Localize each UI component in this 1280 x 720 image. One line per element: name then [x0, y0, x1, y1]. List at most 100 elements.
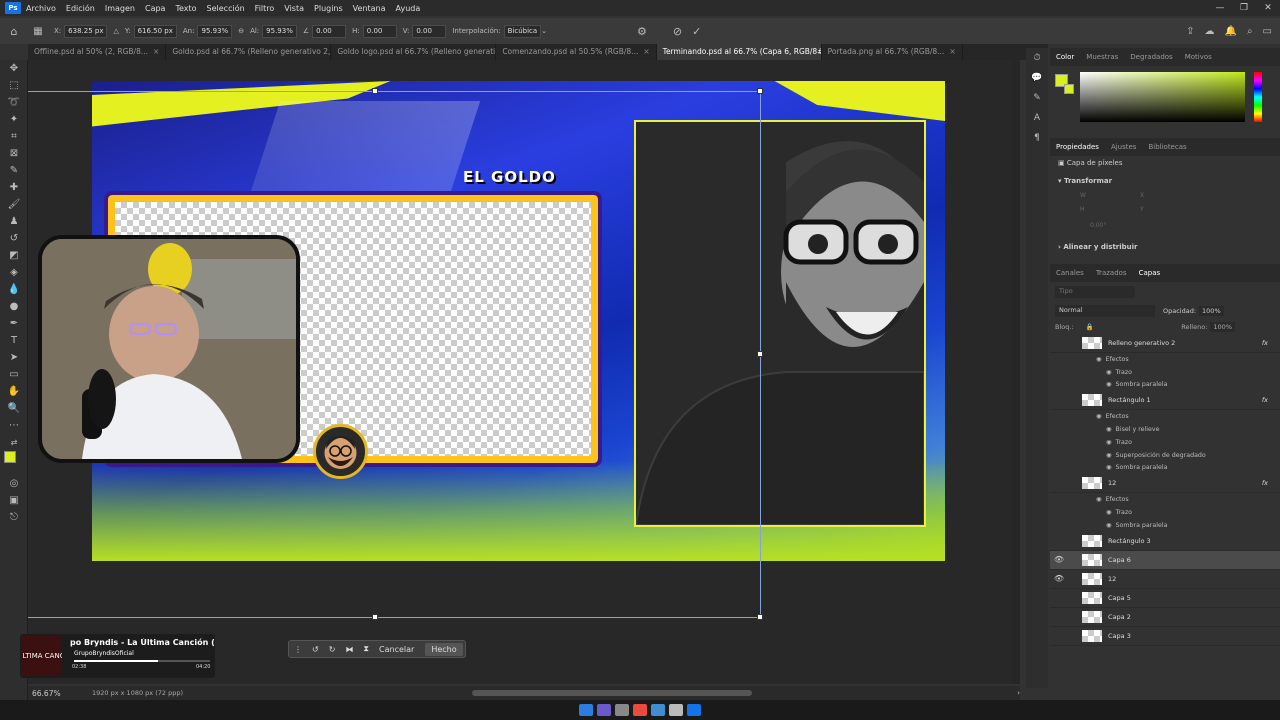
hand-icon[interactable]: ✋: [0, 383, 28, 400]
layer-row[interactable]: Capa 2: [1050, 608, 1280, 627]
document-tab-2[interactable]: Goldo logo.psd al 66.7% (Relleno generat…: [331, 44, 497, 60]
quick-mask-icon[interactable]: ◎: [0, 475, 28, 492]
path-select-icon[interactable]: ➤: [0, 349, 28, 366]
brush-settings-icon[interactable]: ✎: [1026, 88, 1048, 108]
frame-icon[interactable]: ⊠: [0, 145, 28, 162]
panel-tab-propiedades[interactable]: Propiedades: [1050, 143, 1105, 151]
magic-wand-icon[interactable]: ✦: [0, 111, 28, 128]
handle-bottom-right[interactable]: [757, 614, 763, 620]
zoom-level[interactable]: 66.67%: [32, 689, 92, 698]
menu-item-1[interactable]: Edición: [66, 4, 95, 13]
fx-badge[interactable]: fx: [1262, 339, 1268, 347]
x-field[interactable]: 638.25 px: [64, 24, 108, 38]
effect-eye-icon[interactable]: ◉: [1106, 381, 1112, 388]
effect-row[interactable]: ◉ Trazo: [1050, 436, 1280, 449]
app-icon-1[interactable]: [597, 704, 611, 716]
effect-row[interactable]: ◉ Trazo: [1050, 506, 1280, 519]
hskew-field[interactable]: 0.00: [362, 24, 397, 38]
rectangle-icon[interactable]: ▭: [0, 366, 28, 383]
menu-item-9[interactable]: Ventana: [353, 4, 386, 13]
bell-icon[interactable]: 🔔: [1224, 26, 1236, 37]
cloud-icon[interactable]: ☁: [1204, 26, 1214, 37]
flip-icon[interactable]: ⧓: [340, 645, 358, 654]
close-tab-icon[interactable]: ×: [643, 44, 649, 60]
effect-eye-icon[interactable]: ◉: [1106, 452, 1112, 459]
portrait-layer[interactable]: [634, 120, 941, 527]
layer-row[interactable]: Capa 3: [1050, 627, 1280, 646]
app-icon-4[interactable]: [669, 704, 683, 716]
history-icon[interactable]: ⏱: [1026, 48, 1048, 68]
effect-row[interactable]: ◉ Efectos: [1050, 353, 1280, 366]
angle-field[interactable]: 0.00: [312, 24, 347, 38]
app-icon-2[interactable]: [615, 704, 629, 716]
close-tab-icon[interactable]: ×: [153, 44, 159, 60]
effect-eye-icon[interactable]: ◉: [1106, 439, 1112, 446]
transform-section[interactable]: ▾ Transformar: [1050, 174, 1280, 188]
drag-handle-icon[interactable]: ⋮: [289, 645, 307, 654]
blend-mode-select[interactable]: Normal: [1055, 305, 1155, 317]
chevron-right-icon[interactable]: ›: [1017, 689, 1020, 697]
panel-tab-ajustes[interactable]: Ajustes: [1105, 143, 1143, 151]
handle-top-right[interactable]: [757, 88, 763, 94]
angle-prop[interactable]: 0.00°: [1090, 222, 1106, 229]
width-field[interactable]: 95.93%: [197, 24, 233, 38]
panel-tab-degradados[interactable]: Degradados: [1124, 53, 1178, 61]
screen-mode-icon[interactable]: ▣: [0, 492, 28, 509]
stamp-icon[interactable]: ♟: [0, 213, 28, 230]
character-icon[interactable]: A: [1026, 108, 1048, 128]
layer-row[interactable]: 👁 Capa 6: [1050, 550, 1280, 570]
layer-row[interactable]: Rectángulo 3: [1050, 532, 1280, 551]
search-icon[interactable]: ⌕: [1247, 26, 1253, 37]
effect-row[interactable]: ◉ Efectos: [1050, 410, 1280, 423]
document-tab-1[interactable]: Goldo.psd al 66.7% (Relleno generativo 2…: [166, 44, 332, 60]
opacity-field[interactable]: 100%: [1199, 306, 1224, 316]
bucket-icon[interactable]: ◈: [0, 264, 28, 281]
lock-icon[interactable]: 🔒: [1086, 323, 1094, 331]
home-icon[interactable]: ⌂: [0, 25, 28, 38]
windows-start-icon[interactable]: [579, 704, 593, 716]
more-icon[interactable]: ⋯: [0, 417, 28, 434]
close-tab-icon[interactable]: ×: [949, 44, 955, 60]
effect-eye-icon[interactable]: ◉: [1106, 426, 1112, 433]
interp-select[interactable]: Bicúbica: [503, 24, 542, 38]
panel-tab-motivos[interactable]: Motivos: [1179, 53, 1218, 61]
chrome-icon[interactable]: [633, 704, 647, 716]
effect-row[interactable]: ◉ Sombra paralela: [1050, 379, 1280, 392]
move-icon[interactable]: ✥: [0, 60, 28, 77]
photoshop-taskbar-icon[interactable]: [687, 704, 701, 716]
panel-tab-muestras[interactable]: Muestras: [1080, 53, 1124, 61]
rotate-left-icon[interactable]: ↺: [307, 645, 324, 654]
effect-eye-icon[interactable]: ◉: [1106, 509, 1112, 516]
hourglass-icon[interactable]: ⧗: [358, 644, 374, 654]
warp-icon[interactable]: ⚙: [637, 25, 647, 38]
generative-icon[interactable]: ⎋: [0, 509, 28, 526]
menu-item-6[interactable]: Filtro: [255, 4, 275, 13]
history-brush-icon[interactable]: ↺: [0, 230, 28, 247]
panel-tab-trazados[interactable]: Trazados: [1090, 269, 1133, 277]
cancel-button[interactable]: Cancelar: [374, 645, 419, 654]
menu-item-5[interactable]: Selección: [207, 4, 245, 13]
eraser-icon[interactable]: ◩: [0, 247, 28, 264]
swap-colors-icon[interactable]: ⇄: [0, 434, 28, 451]
document-tab-4[interactable]: Terminando.psd al 66.7% (Capa 6, RGB/8#)…: [656, 44, 822, 60]
layer-search-input[interactable]: Tipo: [1055, 286, 1135, 298]
document-tab-5[interactable]: Portada.png al 66.7% (RGB/8... ×: [822, 44, 963, 60]
workspace-icon[interactable]: ▭: [1263, 26, 1272, 37]
menu-item-4[interactable]: Texto: [175, 4, 196, 13]
effect-row[interactable]: ◉ Efectos: [1050, 493, 1280, 506]
bg-swatch[interactable]: [1064, 84, 1074, 94]
effect-row[interactable]: ◉ Sombra paralela: [1050, 519, 1280, 532]
foreground-color[interactable]: [4, 451, 16, 463]
restore-button[interactable]: ❐: [1232, 0, 1256, 16]
effect-row[interactable]: ◉ Sombra paralela: [1050, 462, 1280, 475]
effect-eye-icon[interactable]: ◉: [1106, 369, 1112, 376]
document-tab-0[interactable]: Offline.psd al 50% (2, RGB/8... ×: [28, 44, 167, 60]
layer-row[interactable]: Capa 5: [1050, 589, 1280, 608]
vertical-scrollbar[interactable]: [1012, 60, 1020, 684]
lasso-icon[interactable]: ➰: [0, 94, 28, 111]
document-tab-3[interactable]: Comenzando.psd al 50.5% (RGB/8... ×: [496, 44, 657, 60]
color-field[interactable]: [1080, 72, 1245, 122]
doc-info[interactable]: 1920 px x 1080 px (72 ppp): [92, 689, 183, 697]
type-icon[interactable]: T: [0, 332, 28, 349]
vskew-field[interactable]: 0.00: [412, 24, 447, 38]
